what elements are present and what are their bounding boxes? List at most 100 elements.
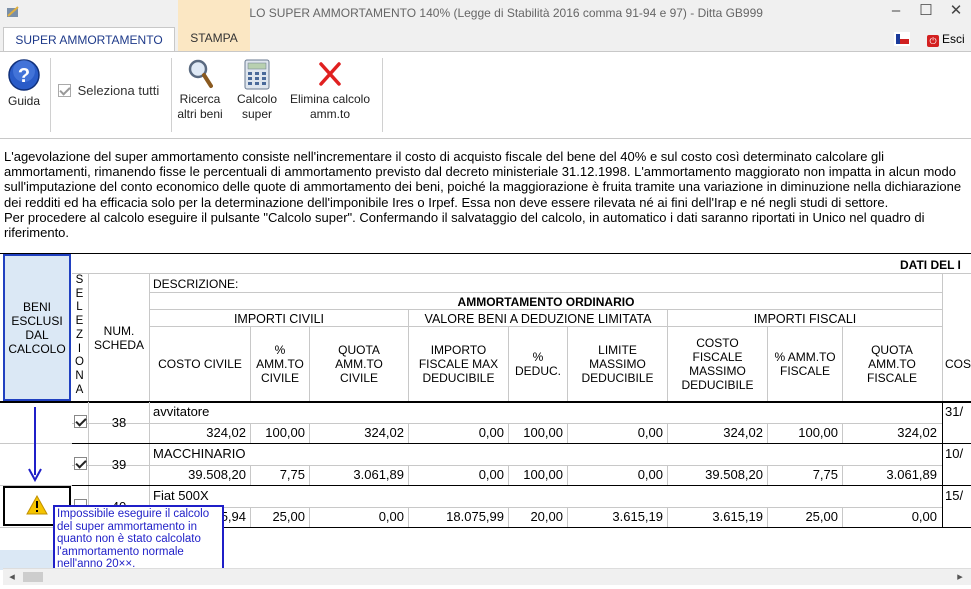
row-select-checkbox[interactable] bbox=[74, 415, 87, 429]
row-value: 324,02 bbox=[723, 425, 763, 440]
grid-line bbox=[408, 310, 409, 401]
row-value: 7,75 bbox=[812, 467, 838, 482]
col-importo-fiscale: IMPORTO FISCALE MAX DEDUCIBILE bbox=[409, 327, 508, 401]
row-value: 7,75 bbox=[279, 467, 305, 482]
col-header-line: FISCALE bbox=[779, 364, 830, 378]
col-header-line: FISCALE MAX bbox=[418, 357, 499, 371]
selezione-letter: E bbox=[75, 287, 84, 300]
selezione-letter: S bbox=[75, 274, 84, 286]
row-check[interactable] bbox=[74, 415, 87, 428]
ammortamento-ordinario-header: AMMORTAMENTO ORDINARIO bbox=[457, 295, 635, 309]
num-scheda-line: SCHEDA bbox=[93, 338, 144, 352]
scheda-number: 38 bbox=[111, 415, 127, 430]
maximize-button[interactable]: ☐ bbox=[911, 0, 941, 24]
toolbar-separator bbox=[50, 58, 51, 132]
grid-line bbox=[942, 486, 943, 527]
guida-label: Guida bbox=[7, 94, 41, 108]
magnifier-icon bbox=[188, 59, 213, 88]
close-button[interactable]: ✕ bbox=[941, 0, 971, 24]
row-select-checkbox[interactable] bbox=[74, 457, 87, 471]
col-header-line: CIVILE bbox=[260, 371, 299, 385]
row-value: 20,00 bbox=[530, 509, 563, 524]
header-bottom-line bbox=[0, 401, 971, 403]
col-cos: COS bbox=[945, 357, 971, 371]
grid-line bbox=[72, 423, 942, 424]
guida-button[interactable]: ? Guida bbox=[4, 58, 44, 109]
row-value: 0,00 bbox=[911, 509, 937, 524]
col-header-line: LIMITE bbox=[598, 343, 637, 357]
beni-esclusi-line: CALCOLO bbox=[8, 341, 66, 356]
grid-line bbox=[767, 327, 768, 401]
elimina-calcolo-button[interactable]: Elimina calcolo amm.to bbox=[284, 58, 376, 122]
intro-paragraph-1: L'agevolazione del super ammortamento co… bbox=[4, 149, 962, 210]
row-value: 324,02 bbox=[897, 425, 937, 440]
seleziona-tutti-checkbox[interactable]: Seleziona tutti bbox=[58, 83, 170, 98]
col-header-line: COSTO bbox=[696, 336, 739, 350]
row-value: 3.061,89 bbox=[353, 467, 404, 482]
calcolo-super-button[interactable]: Calcolo super bbox=[231, 58, 283, 122]
tab-stampa[interactable]: STAMPA bbox=[178, 0, 250, 51]
row-check[interactable] bbox=[74, 457, 87, 470]
grid-line bbox=[72, 273, 971, 274]
col-header-line: FISCALE bbox=[866, 371, 917, 385]
ricerca-altri-beni-button[interactable]: Ricerca altri beni bbox=[172, 58, 228, 122]
selezione-letter: O bbox=[75, 356, 84, 369]
col-perc-fiscale: % AMM.TO FISCALE bbox=[768, 327, 842, 401]
beni-esclusi-line: ESCLUSI bbox=[11, 313, 63, 328]
col-header-line: DEDUCIBILE bbox=[581, 371, 654, 385]
selezione-letter: A bbox=[75, 383, 84, 396]
col-header-line: % bbox=[532, 350, 544, 364]
row-value: 39.508,20 bbox=[705, 467, 763, 482]
col-header-line: % bbox=[274, 343, 286, 357]
seleziona-tutti-label: Seleziona tutti bbox=[77, 83, 160, 98]
tab-super-ammortamento[interactable]: SUPER AMMORTAMENTO bbox=[3, 27, 175, 51]
exit-button[interactable]: ⏻ Esci bbox=[927, 31, 965, 47]
flag-icon[interactable] bbox=[894, 32, 910, 46]
scroll-thumb[interactable] bbox=[23, 572, 43, 582]
toolbar-separator bbox=[382, 58, 383, 132]
row-value: 100,00 bbox=[798, 425, 838, 440]
seleziona-tutti-check[interactable] bbox=[58, 84, 71, 97]
row-bottom-line bbox=[72, 485, 971, 486]
arrow-down-icon bbox=[28, 407, 42, 483]
col-header-line: DEDUC. bbox=[514, 364, 561, 378]
ricerca-label-1: Ricerca bbox=[179, 92, 221, 106]
grid-line bbox=[667, 310, 668, 401]
selezione-letter: L bbox=[76, 301, 83, 314]
elimina-label-2: amm.to bbox=[309, 107, 350, 121]
selezione-letter: Z bbox=[75, 328, 84, 341]
horizontal-scrollbar[interactable]: ◂ ▸ bbox=[3, 568, 971, 585]
row-value: 100,00 bbox=[523, 467, 563, 482]
col-header-line: CIVILE bbox=[339, 371, 378, 385]
num-scheda-line: NUM. bbox=[103, 324, 135, 338]
col-header-line: MASSIMO bbox=[589, 357, 646, 371]
beni-esclusi-line: DAL bbox=[25, 327, 49, 342]
minimize-button[interactable]: – bbox=[881, 0, 911, 24]
exit-label: Esci bbox=[942, 32, 965, 46]
calcolo-label-2: super bbox=[241, 107, 273, 121]
col-costo-fiscale: COSTO FISCALE MASSIMO DEDUCIBILE bbox=[668, 327, 767, 401]
row-value: 3.615,19 bbox=[712, 509, 763, 524]
beni-esclusi-line: BENI bbox=[22, 299, 51, 314]
scroll-left-icon[interactable]: ◂ bbox=[5, 570, 19, 584]
col-header-line: FISCALE bbox=[692, 350, 743, 364]
row-description: MACCHINARIO bbox=[153, 446, 246, 461]
scroll-right-icon[interactable]: ▸ bbox=[953, 570, 967, 584]
row-description: Fiat 500X bbox=[153, 488, 209, 503]
row-value: 100,00 bbox=[523, 425, 563, 440]
grid-line bbox=[842, 327, 843, 401]
beni-esclusi-header: BENI ESCLUSI DAL CALCOLO bbox=[3, 254, 71, 401]
window-title: CALCOLO SUPER AMMORTAMENTO 140% (Legge d… bbox=[208, 6, 763, 20]
col-header-line: QUOTA bbox=[338, 343, 380, 357]
selezione-letter: I bbox=[77, 342, 82, 355]
row-value: 0,00 bbox=[637, 467, 663, 482]
importi-civili-header: IMPORTI CIVILI bbox=[233, 311, 325, 326]
row-value: 0,00 bbox=[478, 467, 504, 482]
grid-line bbox=[942, 273, 943, 401]
row-value: 324,02 bbox=[364, 425, 404, 440]
descrizione-header: DESCRIZIONE: bbox=[153, 277, 239, 291]
scheda-number: 39 bbox=[111, 457, 127, 472]
dati-del-header: DATI DEL I bbox=[900, 258, 961, 272]
col-header-line: AMM.TO bbox=[335, 357, 383, 371]
grid-line bbox=[150, 326, 942, 327]
